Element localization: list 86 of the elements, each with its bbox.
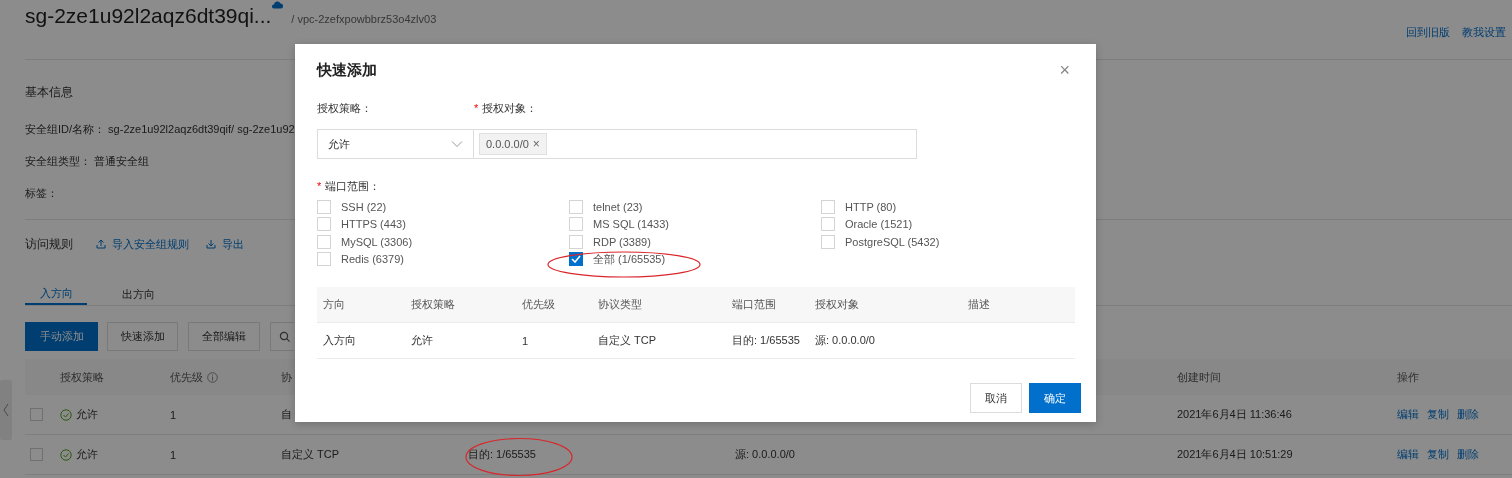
check-icon — [571, 255, 581, 264]
row-checkbox[interactable] — [30, 448, 43, 461]
info-icon — [207, 371, 218, 383]
field-label: 授权策略： — [317, 101, 373, 116]
column-header: 协 — [281, 369, 292, 385]
column-header: 优先级 — [516, 287, 592, 323]
table-cell: 允许 — [76, 407, 98, 422]
table-cell: 自 — [281, 407, 292, 422]
column-header: 创建时间 — [1177, 369, 1221, 385]
checkbox[interactable] — [569, 252, 583, 267]
add-button[interactable]: 手动添加 — [25, 322, 98, 351]
table-cell: 入方向 — [323, 333, 356, 348]
table-cell: 源: 0.0.0.0/0 — [815, 333, 875, 348]
header-link[interactable]: 教我设置 — [1462, 25, 1506, 40]
table-cell: 源: 0.0.0.0/0 — [735, 447, 795, 462]
vpc-link[interactable]: / vpc-2zefxpowbbrz53o4zlv03 — [291, 13, 437, 25]
tab[interactable]: 出方向 — [107, 271, 169, 305]
column-header: 操作 — [1397, 369, 1419, 385]
port-option[interactable]: HTTP (80) — [821, 198, 897, 216]
table-cell: 目的: 1/65535 — [732, 333, 800, 348]
column-header: 授权策略 — [60, 369, 104, 385]
port-option[interactable]: PostgreSQL (5432) — [821, 233, 940, 251]
table-cell: 自定义 TCP — [598, 333, 657, 348]
download-icon — [205, 238, 217, 250]
row-action-link[interactable]: 删除 — [1457, 447, 1479, 462]
row-checkbox[interactable] — [30, 408, 43, 421]
collapse-handle[interactable] — [0, 380, 12, 443]
import-link[interactable]: 导入安全组规则 — [95, 236, 189, 252]
check-circle-icon — [60, 448, 72, 461]
table-cell: 2021年6月4日 10:51:29 — [1177, 447, 1293, 462]
port-option[interactable]: Redis (6379) — [317, 250, 404, 268]
table-cell: 1 — [170, 448, 177, 461]
row-action-link[interactable]: 复制 — [1427, 447, 1449, 462]
info-field: 标签： — [25, 186, 58, 218]
cloud-icon — [271, 0, 284, 9]
table-cell: 自定义 TCP — [281, 447, 340, 462]
row-action-link[interactable]: 复制 — [1427, 407, 1449, 422]
table-cell: 目的: 1/65535 — [468, 447, 536, 462]
tab[interactable]: 入方向 — [25, 271, 87, 305]
export-link[interactable]: 导出 — [205, 236, 244, 252]
toolbar-button[interactable]: 全部编辑 — [188, 322, 260, 351]
info-field: 安全组类型： 普通安全组 — [25, 154, 150, 186]
field-label: * 端口范围： — [317, 179, 382, 194]
address-tag: 0.0.0.0/0 × — [479, 133, 547, 155]
policy-select[interactable]: 允许 — [317, 129, 474, 159]
upload-icon — [95, 238, 107, 250]
chevron-left-icon — [0, 380, 12, 440]
port-option[interactable]: MS SQL (1433) — [569, 215, 669, 233]
column-header: 优先级 — [170, 369, 203, 385]
table-cell: 1 — [522, 334, 529, 347]
remove-tag-button[interactable]: × — [532, 137, 540, 151]
row-action-link[interactable]: 编辑 — [1397, 407, 1419, 422]
column-header: 方向 — [317, 287, 405, 323]
row-action-link[interactable]: 删除 — [1457, 407, 1479, 422]
confirm-button[interactable]: 确定 — [1029, 383, 1081, 413]
port-option[interactable]: MySQL (3306) — [317, 233, 413, 251]
table-cell: 1 — [170, 408, 177, 421]
object-field[interactable]: 0.0.0.0/0 × — [474, 129, 917, 159]
port-option[interactable]: Oracle (1521) — [821, 215, 913, 233]
check-circle-icon — [60, 408, 72, 421]
search-field[interactable] — [270, 322, 294, 351]
port-option[interactable]: SSH (22) — [317, 198, 387, 216]
column-header: 描述 — [962, 287, 1075, 323]
page-title: sg-2ze1u92l2aqz6dt39qi... — [25, 4, 272, 28]
search-icon — [279, 330, 291, 343]
chevron-down-icon — [451, 140, 463, 148]
section-heading: 基本信息 — [25, 84, 74, 101]
port-option[interactable]: HTTPS (443) — [317, 215, 406, 233]
toolbar-button[interactable]: 快速添加 — [107, 322, 178, 351]
section-heading: 访问规则 — [25, 235, 73, 253]
table-cell: 2021年6月4日 11:36:46 — [1177, 407, 1292, 422]
column-header: 协议类型 — [592, 287, 726, 323]
info-field: 安全组ID/名称： sg-2ze1u92l2aqz6dt39qif/ sg-2ze1u92 — [25, 122, 295, 154]
port-option[interactable]: telnet (23) — [569, 198, 643, 216]
table-cell: 允许 — [411, 333, 433, 348]
port-option[interactable]: RDP (3389) — [569, 233, 651, 251]
column-header: 端口范围 — [726, 287, 809, 323]
table-cell: 允许 — [76, 447, 98, 462]
field-label: * 授权对象： — [474, 101, 538, 116]
dialog-title: 快速添加 — [317, 60, 377, 80]
close-button[interactable]: × — [1059, 59, 1070, 81]
column-header: 授权策略 — [405, 287, 516, 323]
row-action-link[interactable]: 编辑 — [1397, 447, 1419, 462]
cancel-button[interactable]: 取消 — [970, 383, 1022, 413]
column-header: 授权对象 — [809, 287, 962, 323]
header-link[interactable]: 回到旧版 — [1406, 25, 1450, 40]
